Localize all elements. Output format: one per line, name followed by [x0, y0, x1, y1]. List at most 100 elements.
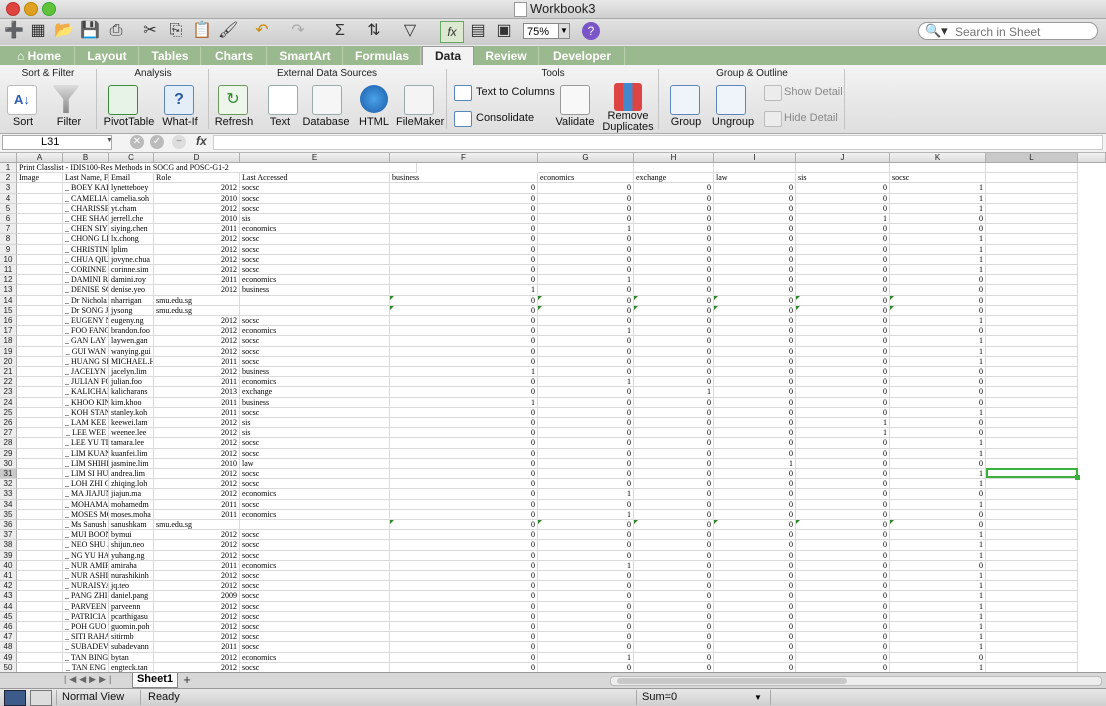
cell[interactable]: 0	[390, 448, 538, 459]
cell[interactable]: 0	[714, 265, 796, 276]
cell[interactable]: 0	[634, 591, 714, 602]
cell[interactable]: 2012	[154, 438, 240, 449]
cell[interactable]	[986, 346, 1078, 357]
select-all-corner[interactable]	[0, 153, 17, 162]
cell[interactable]: engteck.tan	[109, 662, 154, 672]
cell[interactable]: 0	[538, 601, 634, 612]
cell[interactable]	[17, 438, 63, 449]
row-header[interactable]: 8	[0, 234, 17, 245]
cell[interactable]: 0	[634, 479, 714, 490]
cell[interactable]	[986, 581, 1078, 592]
cell[interactable]	[17, 540, 63, 551]
cell[interactable]: 0	[538, 387, 634, 398]
cell[interactable]: 0	[714, 203, 796, 214]
cell[interactable]: 0	[538, 479, 634, 490]
cell[interactable]: 0	[538, 183, 634, 194]
cell[interactable]: 0	[390, 418, 538, 429]
cell[interactable]: socsc	[240, 346, 390, 357]
cell[interactable]: 0	[714, 520, 796, 531]
cell[interactable]: 0	[634, 469, 714, 480]
cell[interactable]: _ KOH STAN	[63, 407, 109, 418]
cell[interactable]: zhiqing.loh	[109, 479, 154, 490]
cell[interactable]: 0	[538, 407, 634, 418]
column-header-c[interactable]: C	[109, 153, 154, 162]
cell[interactable]: 2012	[154, 265, 240, 276]
cell[interactable]	[17, 550, 63, 561]
cell[interactable]	[986, 193, 1078, 204]
cell[interactable]: 0	[634, 520, 714, 531]
cell[interactable]: 1	[390, 285, 538, 296]
cell[interactable]: 0	[796, 499, 890, 510]
open-folder-icon[interactable]: 📂	[54, 21, 74, 41]
cell[interactable]: socsc	[240, 448, 390, 459]
row-header[interactable]: 22	[0, 377, 17, 388]
help-icon[interactable]: ?	[582, 22, 600, 40]
row-header[interactable]: 42	[0, 581, 17, 592]
cell[interactable]: 0	[714, 591, 796, 602]
cell[interactable]: 0	[634, 254, 714, 265]
cell[interactable]: 1	[890, 581, 986, 592]
cell[interactable]: 0	[390, 479, 538, 490]
cell[interactable]: _ NEO SHU J	[63, 540, 109, 551]
cell[interactable]: 0	[714, 326, 796, 337]
row-header[interactable]: 36	[0, 520, 17, 531]
cell[interactable]	[240, 520, 390, 531]
cell[interactable]: 1	[890, 448, 986, 459]
cell[interactable]: 0	[390, 254, 538, 265]
cell[interactable]: 0	[634, 305, 714, 316]
cell[interactable]: 2012	[154, 254, 240, 265]
cell[interactable]: 0	[714, 407, 796, 418]
cell[interactable]	[986, 285, 1078, 296]
cut-icon[interactable]: ✂	[140, 21, 160, 41]
cell[interactable]: 0	[714, 428, 796, 439]
cell[interactable]: 0	[390, 469, 538, 480]
cell[interactable]	[17, 285, 63, 296]
cell[interactable]: 0	[796, 438, 890, 449]
cell[interactable]	[17, 499, 63, 510]
cell[interactable]: 1	[890, 356, 986, 367]
cell[interactable]: 0	[796, 377, 890, 388]
cell[interactable]: economics	[240, 509, 390, 520]
cell[interactable]: 0	[796, 571, 890, 582]
cell[interactable]: socsc	[240, 601, 390, 612]
cell[interactable]: socsc	[240, 499, 390, 510]
header-cell[interactable]: exchange	[634, 173, 714, 184]
cell[interactable]	[986, 540, 1078, 551]
cell[interactable]	[17, 224, 63, 235]
cell[interactable]: 0	[796, 611, 890, 622]
cell[interactable]: socsc	[240, 438, 390, 449]
cell[interactable]: socsc	[240, 203, 390, 214]
header-cell[interactable]: Image	[17, 173, 63, 184]
filter-funnel-icon[interactable]	[52, 85, 80, 113]
cell[interactable]: 0	[634, 367, 714, 378]
cell[interactable]: 0	[714, 254, 796, 265]
what-if-icon[interactable]: ?	[164, 85, 194, 115]
cell[interactable]: 2011	[154, 356, 240, 367]
column-header-e[interactable]: E	[240, 153, 390, 162]
cell[interactable]: 0	[890, 387, 986, 398]
cell[interactable]	[17, 305, 63, 316]
cell[interactable]: _ NURAISYA	[63, 581, 109, 592]
cell[interactable]: 0	[796, 265, 890, 276]
cell[interactable]: 0	[890, 326, 986, 337]
cell[interactable]: socsc	[240, 540, 390, 551]
row-header[interactable]: 45	[0, 611, 17, 622]
cell[interactable]: sis	[240, 418, 390, 429]
cell[interactable]: 0	[714, 622, 796, 633]
cell[interactable]: 1	[890, 540, 986, 551]
cell[interactable]: business	[240, 367, 390, 378]
tab-tables[interactable]: Tables	[140, 47, 201, 65]
cell[interactable]: 0	[890, 377, 986, 388]
row-header[interactable]: 6	[0, 214, 17, 225]
cell[interactable]	[17, 244, 63, 255]
cell[interactable]: 0	[538, 214, 634, 225]
cell[interactable]: 0	[714, 214, 796, 225]
cell[interactable]: 0	[890, 285, 986, 296]
cell[interactable]: 0	[714, 560, 796, 571]
tab-review[interactable]: Review	[474, 47, 539, 65]
cell[interactable]: law	[240, 458, 390, 469]
cell[interactable]	[17, 254, 63, 265]
cell[interactable]: 0	[538, 571, 634, 582]
cell[interactable]	[986, 662, 1078, 672]
cell[interactable]: 2012	[154, 469, 240, 480]
